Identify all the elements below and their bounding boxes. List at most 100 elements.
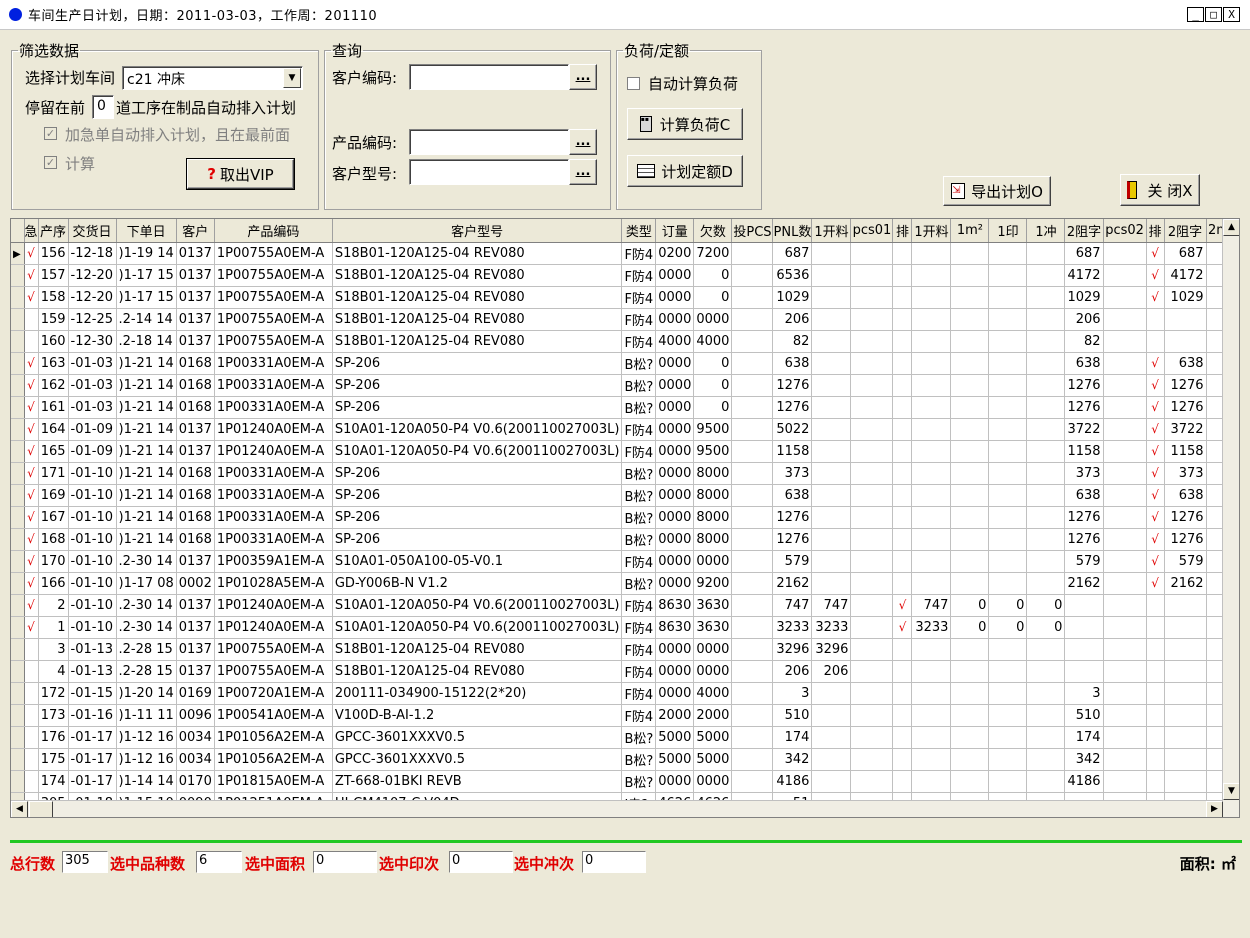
table-cell[interactable]: [24, 770, 39, 793]
table-cell[interactable]: [1103, 638, 1147, 661]
table-cell[interactable]: [892, 374, 913, 397]
column-header[interactable]: 1冲: [1026, 219, 1066, 243]
table-cell[interactable]: B松?: [621, 352, 657, 375]
auto-calc-checkbox[interactable]: [627, 77, 640, 90]
table-cell[interactable]: 4186: [772, 770, 813, 793]
table-cell[interactable]: [1103, 528, 1147, 551]
table-cell[interactable]: [950, 484, 990, 507]
table-cell[interactable]: 747: [811, 594, 852, 617]
table-cell[interactable]: F防4: [621, 286, 657, 309]
table-cell[interactable]: 1P01056A2EM-A: [214, 748, 333, 771]
table-cell[interactable]: [1103, 616, 1147, 639]
table-cell[interactable]: 1P00331A0EM-A: [214, 374, 333, 397]
column-header[interactable]: 急: [24, 219, 39, 243]
table-row[interactable]: 175 -01-17)1-12 16 0034 1P01056A2EM-A GPCC-3…: [11, 748, 1237, 771]
table-cell[interactable]: [911, 726, 952, 749]
table-cell[interactable]: [811, 418, 852, 441]
table-cell[interactable]: -01-13: [68, 638, 117, 661]
table-cell[interactable]: [988, 572, 1028, 595]
table-cell[interactable]: -01-03: [68, 352, 117, 375]
table-cell[interactable]: 165: [38, 440, 69, 463]
table-cell[interactable]: 0002: [176, 572, 215, 595]
table-cell[interactable]: -01-03: [68, 374, 117, 397]
table-cell[interactable]: 0137: [176, 638, 215, 661]
table-row[interactable]: √ 157 -12-20)1-17 15 0137 1P00755A0EM-A S18B0…: [11, 264, 1237, 287]
table-cell[interactable]: 175: [38, 748, 69, 771]
table-cell[interactable]: [1103, 418, 1147, 441]
table-cell[interactable]: 1276: [1164, 506, 1207, 529]
table-cell[interactable]: 1P01240A0EM-A: [214, 616, 333, 639]
table-cell[interactable]: 0137: [176, 616, 215, 639]
table-cell[interactable]: B松?: [621, 748, 657, 771]
table-cell[interactable]: 5022: [772, 418, 813, 441]
horizontal-scroll-thumb[interactable]: [29, 801, 53, 817]
table-cell[interactable]: √: [1146, 264, 1165, 287]
table-cell[interactable]: -12-20: [68, 264, 117, 287]
table-cell[interactable]: 747: [772, 594, 813, 617]
table-row[interactable]: 160 -12-30.2-18 14 0137 1P00755A0EM-A S18B01…: [11, 330, 1237, 353]
table-cell[interactable]: 638: [772, 484, 813, 507]
table-cell[interactable]: [1103, 484, 1147, 507]
table-cell[interactable]: 172: [38, 682, 69, 705]
table-cell[interactable]: [1026, 242, 1066, 265]
table-cell[interactable]: [892, 638, 913, 661]
table-cell[interactable]: )1-21 14: [116, 352, 177, 375]
scroll-right-icon[interactable]: ▶: [1206, 801, 1223, 817]
table-cell[interactable]: B松?: [621, 572, 657, 595]
table-cell[interactable]: .2-30 14: [116, 616, 177, 639]
table-cell[interactable]: [850, 638, 894, 661]
table-cell[interactable]: [811, 308, 852, 331]
export-plan-button[interactable]: ⇲ 导出计划O: [943, 176, 1051, 206]
table-cell[interactable]: [988, 550, 1028, 573]
table-cell[interactable]: [24, 726, 39, 749]
table-cell[interactable]: √: [1146, 506, 1165, 529]
table-cell[interactable]: 1158: [772, 440, 813, 463]
table-cell[interactable]: [811, 462, 852, 485]
calc-load-button[interactable]: ▪▪ 计算负荷C: [627, 108, 743, 140]
table-cell[interactable]: 638: [1064, 484, 1104, 507]
table-cell[interactable]: 0000: [655, 462, 695, 485]
table-cell[interactable]: [892, 748, 913, 771]
table-cell[interactable]: [1164, 330, 1207, 353]
table-cell[interactable]: [850, 770, 894, 793]
table-cell[interactable]: 638: [772, 352, 813, 375]
table-cell[interactable]: [950, 330, 990, 353]
table-cell[interactable]: F防4: [621, 242, 657, 265]
table-cell[interactable]: ZT-668-01BKI REVB: [332, 770, 623, 793]
table-cell[interactable]: [892, 396, 913, 419]
table-cell[interactable]: [1103, 660, 1147, 683]
table-cell[interactable]: [811, 770, 852, 793]
table-cell[interactable]: [811, 440, 852, 463]
table-cell[interactable]: 171: [38, 462, 69, 485]
table-cell[interactable]: [892, 330, 913, 353]
table-cell[interactable]: [1146, 748, 1165, 771]
vertical-scrollbar[interactable]: ▲ ▼: [1222, 219, 1239, 817]
table-cell[interactable]: -01-10: [68, 484, 117, 507]
table-cell[interactable]: 161: [38, 396, 69, 419]
table-cell[interactable]: √: [1146, 462, 1165, 485]
selected-punch-field[interactable]: 0: [582, 851, 646, 873]
table-cell[interactable]: [892, 770, 913, 793]
table-cell[interactable]: [1164, 704, 1207, 727]
table-cell[interactable]: [811, 550, 852, 573]
table-cell[interactable]: 1276: [1164, 374, 1207, 397]
table-cell[interactable]: [950, 528, 990, 551]
table-cell[interactable]: 1276: [772, 528, 813, 551]
table-row[interactable]: √ 1 -01-10.2-30 14 0137 1P01240A0EM-A S10A01-…: [11, 616, 1237, 639]
table-cell[interactable]: [731, 572, 774, 595]
table-cell[interactable]: -12-20: [68, 286, 117, 309]
table-cell[interactable]: [1026, 770, 1066, 793]
table-cell[interactable]: [950, 572, 990, 595]
table-cell[interactable]: F防4: [621, 704, 657, 727]
table-cell[interactable]: [988, 528, 1028, 551]
table-cell[interactable]: 0: [950, 616, 990, 639]
table-cell[interactable]: [731, 242, 774, 265]
table-cell[interactable]: [1026, 748, 1066, 771]
table-cell[interactable]: -01-10: [68, 462, 117, 485]
table-cell[interactable]: 0000: [655, 352, 695, 375]
table-cell[interactable]: [911, 572, 952, 595]
table-cell[interactable]: )1-21 14: [116, 396, 177, 419]
table-cell[interactable]: √: [24, 440, 39, 463]
row-indicator[interactable]: [11, 594, 25, 617]
table-cell[interactable]: S18B01-120A125-04 REV080: [332, 242, 623, 265]
